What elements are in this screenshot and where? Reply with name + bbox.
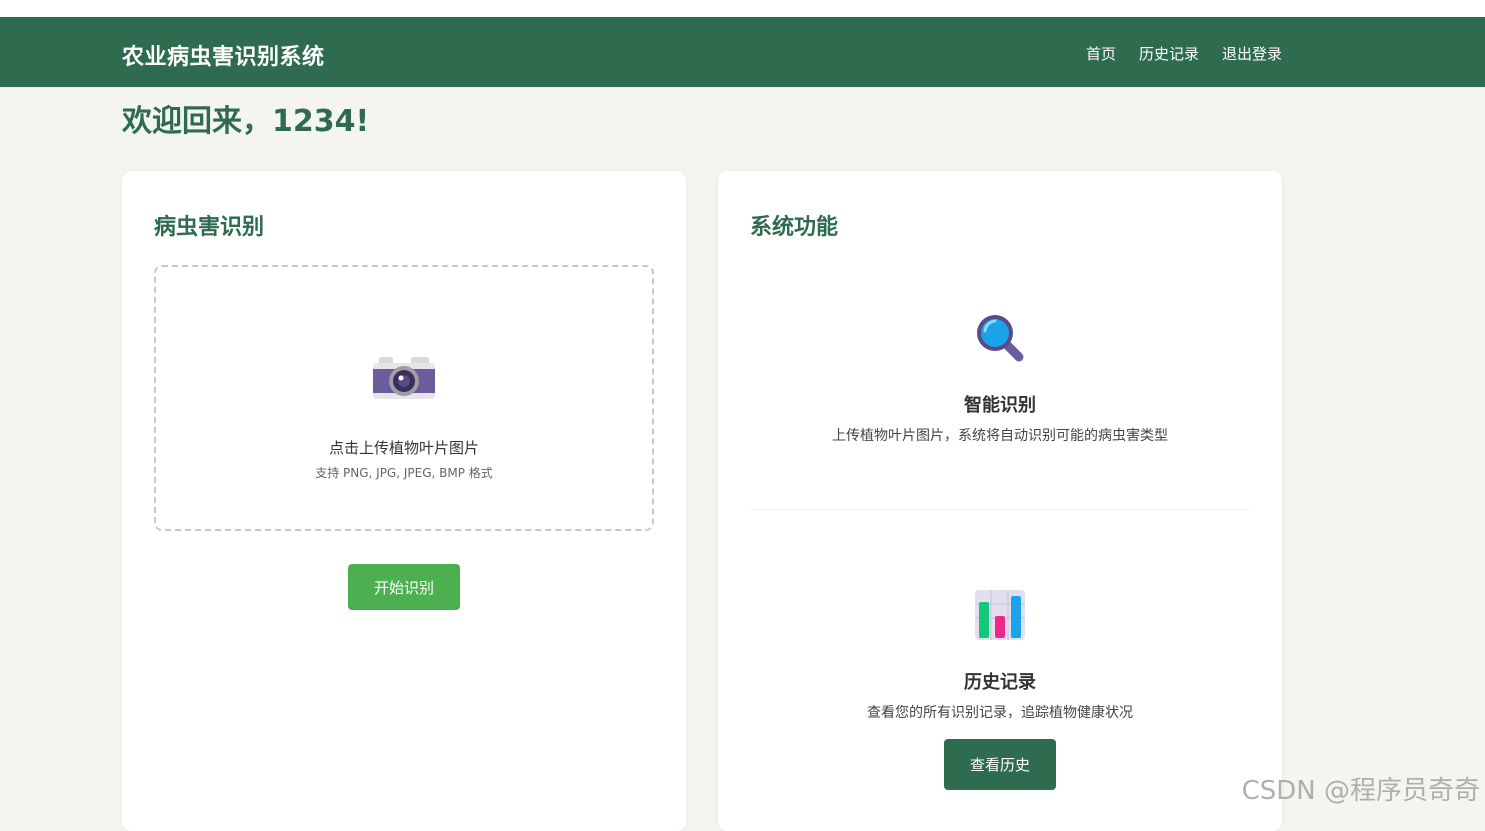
upload-dropzone[interactable]: 点击上传植物叶片图片 支持 PNG, JPG, JPEG, BMP 格式 — [154, 265, 654, 531]
feature-description: 查看您的所有识别记录，追踪植物健康状况 — [867, 705, 1133, 721]
nav-logout-link[interactable]: 退出登录 — [1222, 43, 1282, 64]
upload-format-hint: 支持 PNG, JPG, JPEG, BMP 格式 — [315, 466, 493, 480]
feature-title: 智能识别 — [964, 395, 1036, 416]
upload-prompt-text: 点击上传植物叶片图片 — [328, 439, 479, 457]
brand-title: 农业病虫害识别系统 — [122, 45, 325, 70]
welcome-heading: 欢迎回来，1234! — [122, 104, 370, 139]
features-card: 系统功能 智能识别 上传植物叶片图片，系统将自动识别可能的病虫害类型 历史记录 … — [718, 171, 1282, 831]
nav-links: 首页 历史记录 退出登录 — [1086, 43, 1282, 64]
navbar: 农业病虫害识别系统 首页 历史记录 退出登录 — [0, 17, 1485, 87]
start-identify-button[interactable]: 开始识别 — [348, 564, 460, 610]
browser-top-strip — [0, 0, 1485, 17]
feature-smart-identify: 智能识别 上传植物叶片图片，系统将自动识别可能的病虫害类型 — [750, 311, 1250, 445]
view-history-button[interactable]: 查看历史 — [944, 739, 1056, 790]
nav-home-link[interactable]: 首页 — [1086, 43, 1116, 64]
feature-title: 历史记录 — [964, 672, 1036, 693]
feature-description: 上传植物叶片图片，系统将自动识别可能的病虫害类型 — [832, 428, 1168, 444]
watermark: CSDN @程序员奇奇 — [1241, 776, 1480, 806]
feature-divider — [750, 509, 1250, 510]
magnifier-icon — [977, 315, 1024, 362]
identify-card: 病虫害识别 点击上传植物叶片图片 支持 PNG, JPG, JPEG, BMP … — [122, 171, 686, 831]
feature-history: 历史记录 查看您的所有识别记录，追踪植物健康状况 — [750, 588, 1250, 722]
bar-chart-icon — [975, 590, 1025, 640]
nav-history-link[interactable]: 历史记录 — [1139, 43, 1199, 64]
features-card-title: 系统功能 — [750, 215, 839, 240]
identify-card-title: 病虫害识别 — [154, 215, 265, 240]
camera-icon — [373, 357, 435, 399]
